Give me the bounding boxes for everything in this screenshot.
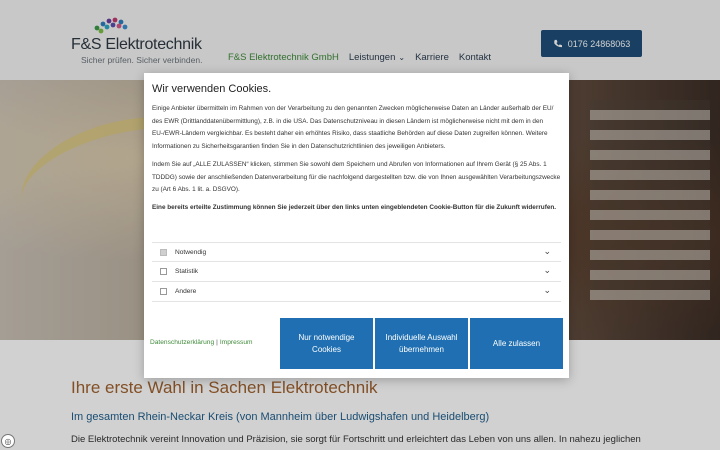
- only-necessary-button[interactable]: Nur notwendige Cookies: [280, 318, 373, 369]
- chevron-down-icon[interactable]: ⌄: [543, 285, 551, 296]
- cookie-text-consent: Indem Sie auf „ALLE ZULASSEN“ klicken, s…: [152, 160, 561, 194]
- category-other[interactable]: Andere ⌄: [152, 282, 561, 302]
- privacy-link[interactable]: Datenschutzerklärung: [150, 339, 214, 346]
- chevron-down-icon[interactable]: ⌄: [543, 246, 551, 257]
- link-separator: |: [216, 339, 218, 346]
- checkbox-other[interactable]: [160, 288, 167, 295]
- checkbox-statistics[interactable]: [160, 268, 167, 275]
- category-label: Notwendig: [175, 248, 207, 256]
- cookie-dialog-text: Einige Anbieter übermitteln im Rahmen vo…: [152, 103, 563, 220]
- chevron-down-icon[interactable]: ⌄: [543, 265, 551, 276]
- cookie-dialog-links: Datenschutzerklärung | Impressum: [150, 339, 252, 346]
- category-statistics[interactable]: Statistik ⌄: [152, 262, 561, 282]
- cookie-dialog-title: Wir verwenden Cookies.: [152, 83, 272, 95]
- cookie-text-revoke: Eine bereits erteilte Zustimmung können …: [152, 203, 557, 211]
- cookie-categories: Notwendig ⌄ Statistik ⌄ Andere ⌄: [152, 242, 561, 302]
- checkbox-necessary: [160, 248, 167, 256]
- cookie-consent-dialog: Wir verwenden Cookies. Einige Anbieter ü…: [144, 73, 569, 378]
- cookie-text-transfer: Einige Anbieter übermitteln im Rahmen vo…: [152, 105, 554, 151]
- category-necessary[interactable]: Notwendig ⌄: [152, 242, 561, 262]
- accept-all-button[interactable]: Alle zulassen: [470, 318, 563, 369]
- imprint-link[interactable]: Impressum: [220, 339, 253, 346]
- category-label: Andere: [175, 288, 197, 295]
- cookie-settings-icon[interactable]: ◎: [1, 434, 15, 448]
- save-selection-button[interactable]: Individuelle Auswahl übernehmen: [375, 318, 468, 369]
- category-label: Statistik: [175, 268, 199, 275]
